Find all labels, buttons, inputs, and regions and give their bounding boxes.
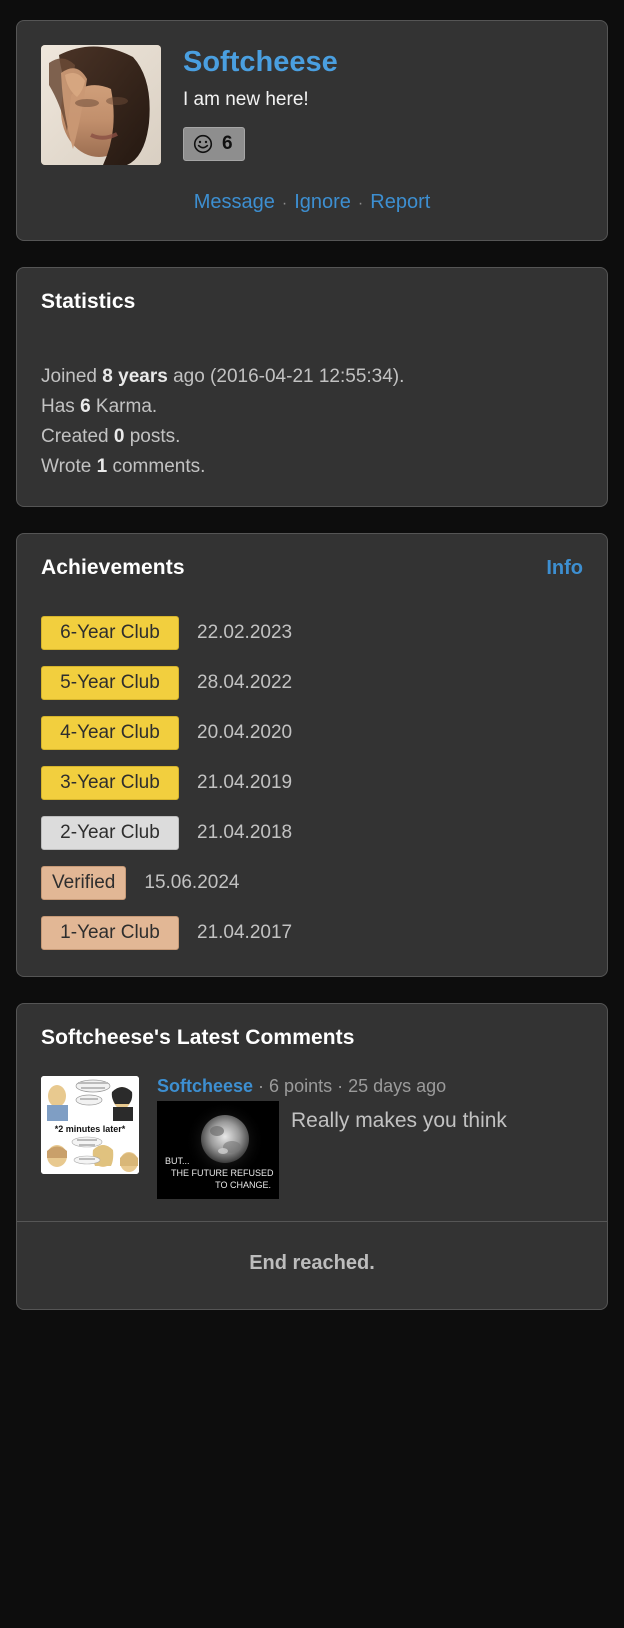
- stat-suffix: Karma.: [90, 396, 158, 418]
- latest-comments-title: Softcheese's Latest Comments: [41, 1026, 355, 1050]
- statistics-title: Statistics: [41, 290, 136, 313]
- comment-content: Softcheese · 6 points · 25 days ago BUT.…: [157, 1076, 583, 1200]
- achievement-date: 28.04.2022: [197, 672, 293, 694]
- profile-panel: Softcheese I am new here! 6 Message · Ig…: [16, 20, 608, 241]
- achievement-row: 2-Year Club 21.04.2018: [41, 816, 583, 851]
- achievement-badge[interactable]: 1-Year Club: [41, 916, 179, 951]
- statistics-panel: Statistics Joined 8 years ago (2016-04-2…: [16, 267, 608, 508]
- stat-prefix: Wrote: [41, 456, 97, 478]
- avatar[interactable]: [41, 45, 161, 165]
- end-reached-label: End reached.: [249, 1252, 375, 1275]
- meta-separator: ·: [258, 1076, 265, 1097]
- achievement-row: 4-Year Club 20.04.2020: [41, 716, 583, 751]
- latest-comments-panel: Softcheese's Latest Comments *2 minutes …: [16, 1003, 608, 1311]
- comment-age: 25 days ago: [348, 1076, 447, 1097]
- achievements-list: 6-Year Club 22.02.2023 5-Year Club 28.04…: [41, 616, 583, 951]
- meta-separator: ·: [337, 1076, 344, 1097]
- achievements-info-link[interactable]: Info: [546, 557, 583, 580]
- achievements-header: Achievements Info: [41, 556, 583, 580]
- stat-suffix: ago (2016-04-21 12:55:34).: [167, 366, 405, 387]
- karma-badge: 6: [183, 126, 245, 161]
- comment-text: Really makes you think: [291, 1109, 507, 1133]
- stat-prefix: Created: [41, 426, 114, 448]
- achievement-row: 1-Year Club 21.04.2017: [41, 916, 583, 951]
- achievement-row: Verified 15.06.2024: [41, 866, 583, 901]
- comment-points: 6 points: [269, 1076, 333, 1097]
- comment-embedded-image[interactable]: BUT... THE FUTURE REFUSED TO CHANGE.: [157, 1101, 279, 1200]
- stat-suffix: posts.: [124, 426, 181, 448]
- profile-tagline: I am new here!: [183, 88, 309, 110]
- achievement-badge[interactable]: 5-Year Club: [41, 666, 179, 701]
- message-link[interactable]: Message: [194, 191, 275, 213]
- achievement-badge[interactable]: 3-Year Club: [41, 766, 179, 801]
- comment-author-link[interactable]: Softcheese: [157, 1076, 253, 1096]
- stat-value: 0: [113, 426, 125, 448]
- achievement-badge[interactable]: 4-Year Club: [41, 716, 179, 751]
- link-separator: ·: [281, 195, 288, 212]
- achievement-badge[interactable]: Verified: [41, 866, 127, 901]
- achievement-date: 21.04.2018: [197, 822, 293, 844]
- achievement-row: 6-Year Club 22.02.2023: [41, 616, 583, 651]
- profile-action-links: Message · Ignore · Report: [17, 169, 607, 240]
- stat-line-posts: Created 0 posts.: [41, 422, 583, 452]
- achievements-panel: Achievements Info 6-Year Club 22.02.2023…: [16, 533, 608, 978]
- stat-line-karma: Has 6 Karma.: [41, 392, 583, 422]
- stat-prefix: Has: [41, 396, 81, 418]
- achievement-date: 21.04.2017: [197, 922, 293, 944]
- achievement-row: 3-Year Club 21.04.2019: [41, 766, 583, 801]
- achievement-date: 15.06.2024: [144, 872, 240, 894]
- svg-text:*2 minutes later*: *2 minutes later*: [55, 1124, 126, 1134]
- statistics-body: Joined 8 years ago (2016-04-21 12:55:34)…: [41, 362, 583, 482]
- svg-text:THE FUTURE REFUSED: THE FUTURE REFUSED: [171, 1168, 274, 1178]
- comment-list-item: *2 minutes later* Softcheese · 6 points · 25…: [17, 1050, 607, 1221]
- stat-value: 8 years: [102, 366, 168, 387]
- profile-info: Softcheese I am new here! 6: [183, 45, 338, 161]
- stat-line-joined: Joined 8 years ago (2016-04-21 12:55:34)…: [41, 362, 583, 392]
- profile-page: Softcheese I am new here! 6 Message · Ig…: [0, 0, 624, 1356]
- username-link[interactable]: Softcheese: [183, 46, 338, 79]
- achievement-badge[interactable]: 6-Year Club: [41, 616, 179, 651]
- achievement-date: 22.02.2023: [197, 622, 293, 644]
- smiley-face-icon: [193, 134, 213, 154]
- svg-text:BUT...: BUT...: [165, 1156, 190, 1166]
- comment-body: BUT... THE FUTURE REFUSED TO CHANGE. Rea…: [157, 1101, 583, 1200]
- comment-meta: Softcheese · 6 points · 25 days ago: [157, 1076, 583, 1097]
- achievement-badge[interactable]: 2-Year Club: [41, 816, 179, 851]
- stat-prefix: Joined: [41, 366, 103, 387]
- achievement-date: 20.04.2020: [197, 722, 293, 744]
- stat-value: 6: [80, 396, 91, 418]
- achievements-title: Achievements: [41, 556, 185, 580]
- karma-count: 6: [222, 132, 233, 154]
- ignore-link[interactable]: Ignore: [294, 191, 351, 213]
- report-link[interactable]: Report: [370, 191, 430, 213]
- profile-header: Softcheese I am new here! 6: [17, 21, 607, 169]
- comment-thumbnail[interactable]: *2 minutes later*: [41, 1076, 139, 1175]
- stat-suffix: comments.: [107, 456, 206, 478]
- achievement-row: 5-Year Club 28.04.2022: [41, 666, 583, 701]
- achievement-date: 21.04.2019: [197, 772, 293, 794]
- stat-value: 1: [96, 456, 108, 478]
- link-separator: ·: [357, 195, 364, 212]
- svg-text:TO CHANGE.: TO CHANGE.: [215, 1180, 271, 1190]
- stat-line-comments: Wrote 1 comments.: [41, 452, 583, 482]
